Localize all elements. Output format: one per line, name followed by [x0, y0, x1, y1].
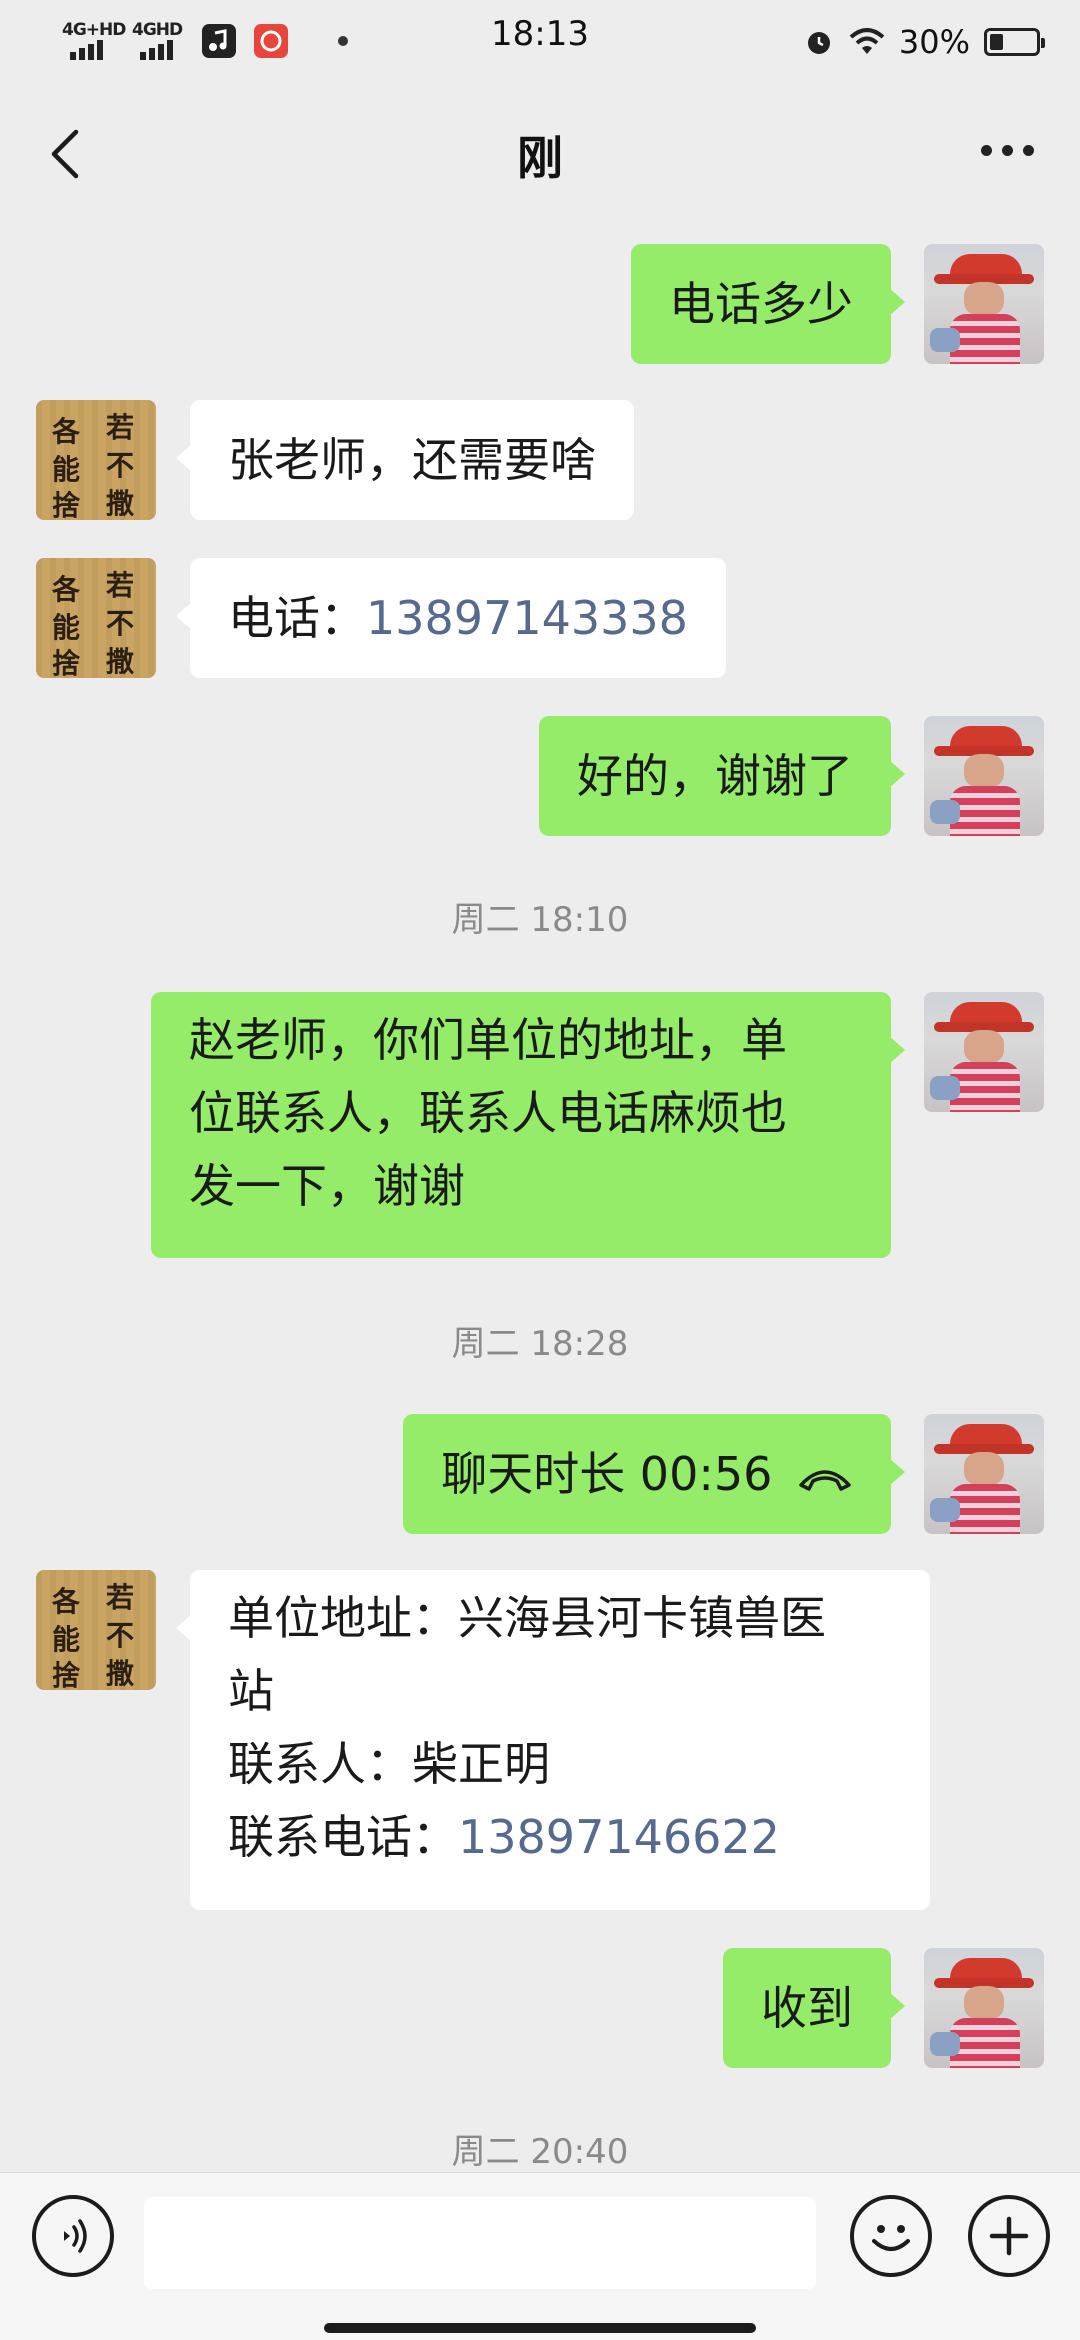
my-avatar[interactable] — [924, 244, 1044, 364]
chat-title: 刚 — [517, 131, 563, 185]
message-text: 收到 — [761, 1981, 853, 2035]
more-functions-button[interactable] — [968, 2195, 1050, 2277]
message-text: 张老师，还需要啥 — [228, 433, 596, 487]
message-bubble-incoming[interactable]: 单位地址：兴海县河卡镇兽医 站 联系人：柴正明 联系电话：13897146622 — [176, 1570, 930, 1910]
time-separator: 周二 20:40 — [451, 2132, 629, 2172]
wifi-icon — [849, 28, 885, 54]
message-text-line: 站 — [228, 1664, 274, 1718]
message-text-line: 单位地址：兴海县河卡镇兽医 — [228, 1591, 826, 1645]
message-text-line: 位联系人，联系人电话麻烦也 — [189, 1086, 787, 1140]
more-dot-icon — [980, 144, 992, 156]
contact-avatar[interactable]: 各 若 能 不 捨 撒 — [36, 558, 156, 678]
message-bubble-outgoing[interactable]: 赵老师，你们单位的地址，单 位联系人，联系人电话麻烦也 发一下，谢谢 — [151, 992, 905, 1258]
message-text: 电话多少 — [669, 277, 853, 331]
more-options-button[interactable] — [972, 130, 1042, 170]
my-avatar[interactable] — [924, 1948, 1044, 2068]
call-duration-text: 聊天时长 00:56 — [441, 1447, 773, 1501]
message-text-line: 联系电话：13897146622 — [228, 1810, 780, 1864]
chat-header: 刚 — [0, 84, 1080, 224]
input-bar — [0, 2172, 1080, 2340]
more-dot-icon — [1022, 144, 1034, 156]
my-avatar[interactable] — [924, 1414, 1044, 1534]
message-bubble-outgoing[interactable]: 电话多少 — [631, 244, 905, 364]
time-separator: 周二 18:10 — [451, 900, 629, 940]
message-text-line: 赵老师，你们单位的地址，单 — [189, 1013, 787, 1067]
smiley-icon — [872, 2225, 910, 2251]
battery-fill — [990, 34, 1004, 50]
battery-percent: 30% — [898, 23, 970, 61]
message-bubble-incoming[interactable]: 电话：13897143338 — [176, 558, 726, 678]
message-text: 好的，谢谢了 — [577, 749, 853, 803]
plus-icon — [989, 2216, 1029, 2256]
call-record-bubble[interactable]: 聊天时长 00:56 — [403, 1414, 905, 1534]
message-bubble-outgoing[interactable]: 收到 — [723, 1948, 905, 2068]
phone-number-link[interactable]: 13897146622 — [458, 1810, 780, 1864]
more-dot-icon — [1001, 144, 1013, 156]
phone-number-link[interactable]: 13897143338 — [366, 591, 688, 645]
message-input[interactable] — [144, 2197, 816, 2289]
message-bubble-incoming[interactable]: 张老师，还需要啥 — [176, 400, 634, 520]
message-text-line: 联系人：柴正明 — [228, 1737, 550, 1791]
status-bar: 4G+HD 4GHD 18:13 30% — [0, 0, 1080, 84]
battery-icon — [984, 28, 1045, 56]
emoji-button[interactable] — [850, 2195, 932, 2277]
message-text-line: 发一下，谢谢 — [189, 1159, 465, 1213]
status-right: 30% — [803, 20, 1045, 64]
home-indicator[interactable] — [324, 2323, 756, 2333]
voice-input-button[interactable] — [32, 2195, 114, 2277]
phone-hangup-icon — [799, 1469, 851, 1491]
contact-avatar[interactable]: 各 若 能 不 捨 撒 — [36, 1570, 156, 1690]
my-avatar[interactable] — [924, 992, 1044, 1112]
voice-icon — [64, 2219, 87, 2253]
alarm-icon — [807, 32, 830, 54]
time-separator: 周二 18:28 — [451, 1324, 629, 1364]
message-text: 电话： — [228, 591, 366, 645]
message-bubble-outgoing[interactable]: 好的，谢谢了 — [539, 716, 905, 836]
my-avatar[interactable] — [924, 716, 1044, 836]
contact-avatar[interactable]: 各 若 能 不 捨 撒 — [36, 400, 156, 520]
